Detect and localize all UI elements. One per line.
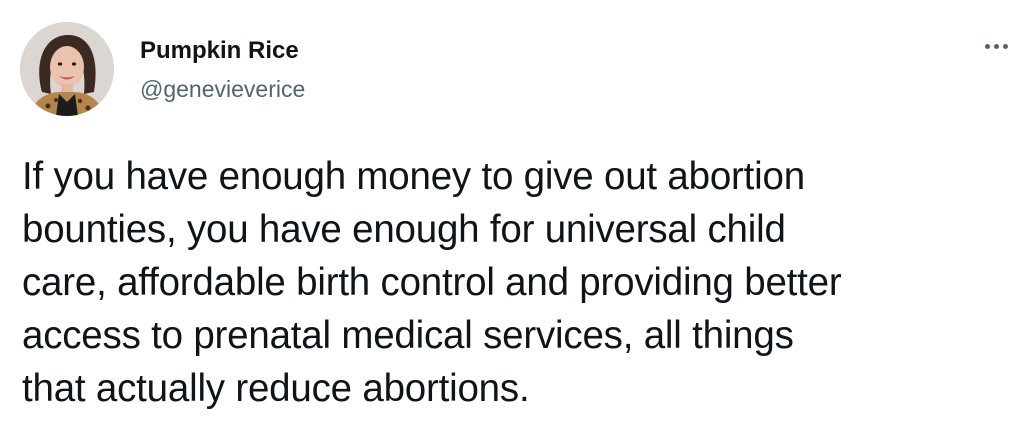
more-options-button[interactable]: [976, 30, 1016, 62]
more-horizontal-icon-dot: [993, 43, 999, 49]
tweet-text-line: that actually reduce abortions.: [22, 367, 530, 410]
author-handle[interactable]: @genevieverice: [140, 75, 305, 103]
tweet-text-line: bounties, you have enough for universal …: [22, 208, 786, 251]
more-horizontal-icon-dot: [1002, 43, 1008, 49]
tweet-text-line: access to prenatal medical services, all…: [22, 314, 794, 357]
profile-photo-icon: [20, 22, 114, 116]
avatar[interactable]: [20, 22, 114, 116]
author-display-name[interactable]: Pumpkin Rice: [140, 37, 299, 65]
tweet-text-line: care, affordable birth control and provi…: [22, 261, 842, 304]
more-horizontal-icon: [984, 43, 990, 49]
tweet-card: Pumpkin Rice @genevieverice If you have …: [0, 0, 1024, 440]
tweet-text-line: If you have enough money to give out abo…: [22, 155, 805, 198]
tweet-text: If you have enough money to give out abo…: [22, 150, 1018, 415]
